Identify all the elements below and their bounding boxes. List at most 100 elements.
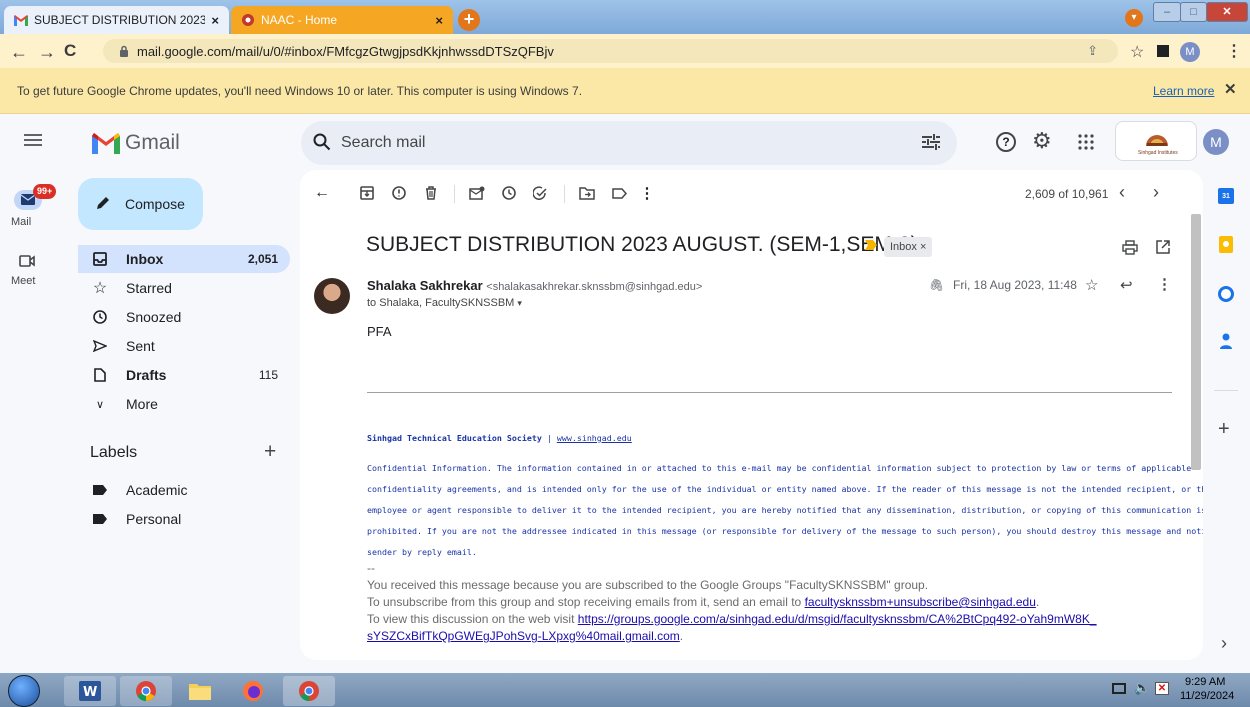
browser-tab-naac[interactable]: NAAC - Home × [231,6,453,34]
rail-meet[interactable]: Meet [11,252,52,292]
delete-icon[interactable] [421,183,441,203]
main-menu-icon[interactable] [24,133,42,147]
taskbar-firefox-icon[interactable] [227,676,279,706]
nav-label: Drafts [126,367,167,383]
notice-line: employee or agent responsible to deliver… [367,505,1203,515]
star-message-icon[interactable]: ☆ [1085,276,1098,294]
discussion-link-cont[interactable]: sYSZCxBifTkQpGWEgJPohSvg-LXpxg%40mail.gm… [367,629,680,643]
more-actions-icon[interactable]: ⋮ [637,183,657,203]
nav-label: Inbox [126,251,164,267]
newer-chevron-icon[interactable]: ‹ [1119,182,1125,203]
move-to-icon[interactable] [577,183,597,203]
taskbar-chrome-icon[interactable] [120,676,172,706]
start-button[interactable] [8,675,40,707]
tray-volume-icon[interactable]: 🔈 [1134,680,1150,696]
minimize-button[interactable]: – [1153,2,1181,22]
browser-menu-icon[interactable]: ⋮ [1226,41,1242,61]
reply-icon[interactable]: ↩ [1120,276,1133,294]
tab-title: NAAC - Home [261,13,338,27]
signature-org: Sinhgad Technical Education Society [367,433,542,443]
back-arrow-icon[interactable]: ← [10,42,28,63]
browser-tab-gmail[interactable]: SUBJECT DISTRIBUTION 2023 AU × [4,6,229,34]
reload-icon[interactable]: C [64,41,76,61]
gmail-logo-icon[interactable] [92,133,120,154]
remove-label-icon[interactable]: × [920,241,926,253]
sender-name[interactable]: Shalaka Sakhrekar [367,278,483,293]
snooze-icon[interactable] [499,183,519,203]
share-icon[interactable]: ⇪ [1087,43,1098,59]
mark-unread-icon[interactable] [467,183,487,203]
tab-close-icon[interactable]: × [211,13,219,28]
recipients-dropdown-icon[interactable]: ▾ [517,298,522,308]
add-label-icon[interactable]: + [264,440,276,464]
email-date: Fri, 18 Aug 2023, 11:48 [953,278,1077,292]
help-icon[interactable]: ? [996,132,1016,152]
recipients-line[interactable]: to Shalaka, FacultySKNSSBM ▾ [367,297,522,309]
infobar-message: To get future Google Chrome updates, you… [17,84,583,98]
tab-search-icon[interactable]: ▾ [1125,9,1143,27]
rail-mail[interactable]: 99+ Mail [11,184,57,232]
taskbar-explorer-icon[interactable] [174,676,226,706]
org-logo[interactable]: Sinhgad Institutes [1115,121,1197,161]
taskbar-chrome-profile-icon[interactable] [283,676,335,706]
expand-panel-chevron-icon[interactable]: › [1221,633,1227,654]
new-tab-button[interactable]: + [458,9,480,31]
tab-close-icon[interactable]: × [435,13,443,28]
label-icon[interactable] [609,183,629,203]
compose-button[interactable]: Compose [78,178,203,230]
search-input[interactable]: Search mail [341,134,425,152]
side-panel-icon[interactable] [1157,45,1169,57]
apps-grid-icon[interactable] [1078,134,1094,150]
email-body-text: PFA [367,324,392,339]
infobar-close-icon[interactable]: ✕ [1224,80,1237,98]
label-academic[interactable]: Academic [78,476,290,504]
tray-date[interactable]: 11/29/2024 [1180,690,1234,702]
account-avatar[interactable]: M [1203,129,1229,155]
print-icon[interactable] [1122,240,1138,255]
settings-gear-icon[interactable]: ⚙ [1032,128,1052,154]
report-spam-icon[interactable] [389,183,409,203]
nav-item-drafts[interactable]: Drafts 115 [78,361,290,389]
tray-time[interactable]: 9:29 AM [1185,676,1225,688]
contacts-icon[interactable] [1220,333,1232,349]
tray-alert-icon[interactable]: ✕ [1155,682,1169,695]
discussion-link[interactable]: https://groups.google.com/a/sinhgad.edu/… [578,612,1097,626]
taskbar-word-icon[interactable]: W [64,676,116,706]
get-addons-icon[interactable]: + [1218,418,1230,441]
search-bar[interactable]: Search mail [301,121,957,165]
label-personal[interactable]: Personal [78,505,290,533]
maximize-button[interactable]: □ [1180,2,1207,22]
keep-icon[interactable] [1219,236,1233,253]
message-scrollbar[interactable] [1191,214,1201,470]
nav-item-sent[interactable]: Sent [78,332,290,360]
message-more-icon[interactable]: ⋮ [1157,275,1172,293]
nav-item-more[interactable]: ∨ More [78,390,290,418]
label-name: Academic [126,482,188,498]
forward-arrow-icon[interactable]: → [38,42,56,63]
nav-item-inbox[interactable]: Inbox 2,051 [78,245,290,273]
importance-marker-icon[interactable] [865,240,877,250]
search-options-icon[interactable] [922,134,940,150]
svg-text:W: W [83,685,97,700]
signature-url-link[interactable]: www.sinhgad.edu [557,433,632,443]
archive-icon[interactable] [357,183,377,203]
org-logo-text: Sinhgad Institutes [1138,150,1178,156]
calendar-icon[interactable]: 31 [1218,188,1234,204]
unsubscribe-email-link[interactable]: facultysknssbm+unsubscribe@sinhgad.edu [805,595,1036,609]
learn-more-link[interactable]: Learn more [1153,84,1214,98]
address-bar[interactable]: mail.google.com/mail/u/0/#inbox/FMfcgzGt… [103,39,1118,63]
tray-network-icon[interactable] [1112,683,1126,694]
nav-item-starred[interactable]: ☆ Starred [78,274,290,302]
back-to-inbox-icon[interactable]: ← [312,183,332,203]
older-chevron-icon[interactable]: › [1153,182,1159,203]
profile-avatar[interactable]: M [1180,42,1200,62]
inbox-label-chip[interactable]: Inbox × [884,237,933,257]
add-task-icon[interactable] [531,183,551,203]
tasks-icon[interactable] [1218,286,1234,302]
signature-org-line: Sinhgad Technical Education Society | ww… [367,428,632,449]
bookmark-star-icon[interactable]: ☆ [1130,42,1144,62]
open-new-window-icon[interactable] [1156,240,1170,254]
close-window-button[interactable]: ✕ [1206,2,1248,22]
search-icon[interactable] [313,133,331,151]
nav-item-snoozed[interactable]: Snoozed [78,303,290,331]
